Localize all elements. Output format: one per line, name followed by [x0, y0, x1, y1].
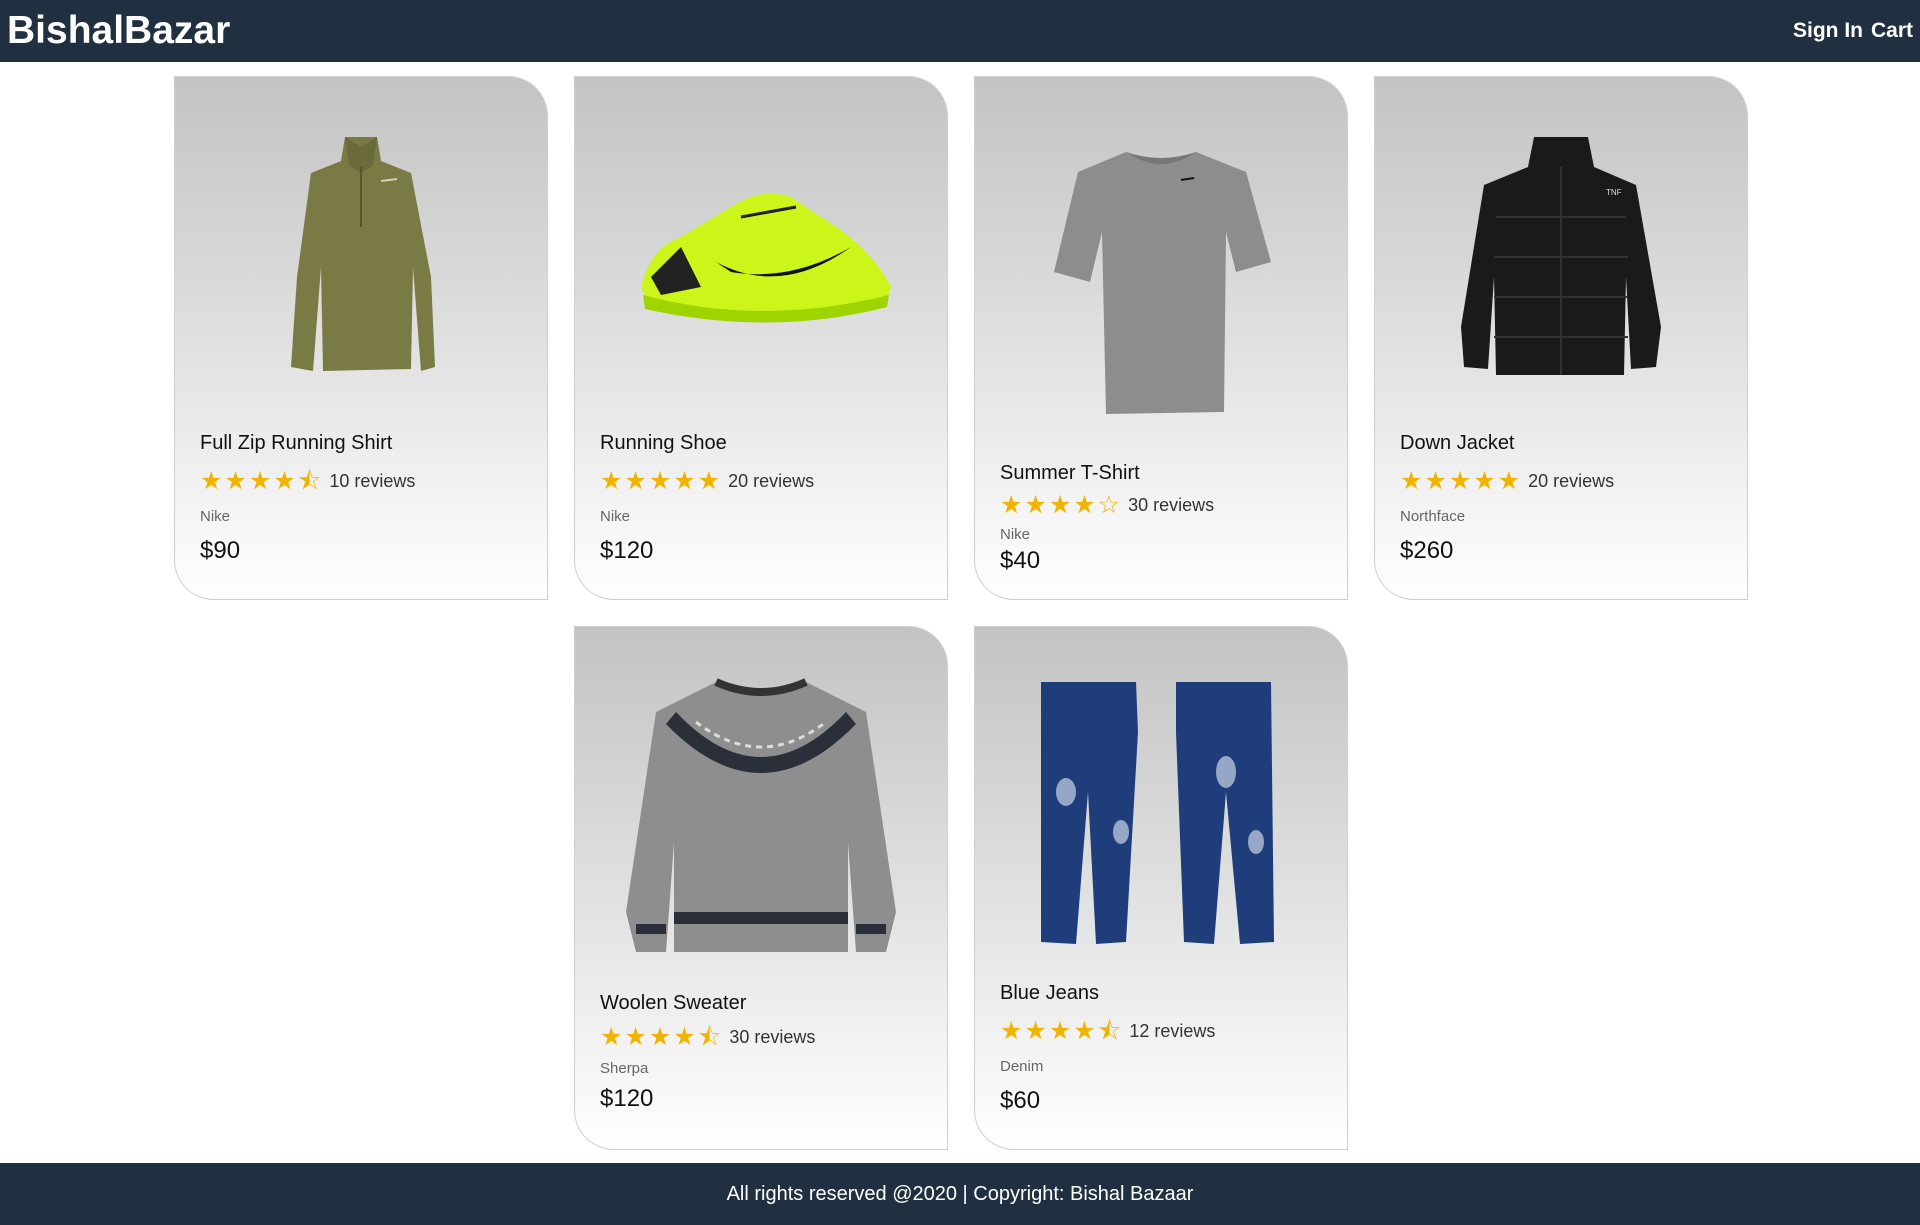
- product-brand: Nike: [200, 508, 231, 525]
- jeans-image: [1041, 682, 1274, 944]
- product-brand: Denim: [1000, 1058, 1044, 1075]
- star-rating-icons: ★★★★⯪: [600, 1023, 724, 1051]
- cart-link[interactable]: Cart: [1871, 19, 1913, 43]
- review-count: 20 reviews: [1528, 471, 1615, 491]
- product-brand: Nike: [1000, 526, 1031, 543]
- review-count: 20 reviews: [728, 471, 815, 491]
- product-card[interactable]: Running Shoe ★★★★★ 20 reviews Nike $120: [574, 76, 948, 600]
- star-rating-icons: ★★★★★: [600, 467, 723, 495]
- star-rating-icons: ★★★★⯪: [1000, 1017, 1124, 1045]
- product-card[interactable]: Summer T-Shirt ★★★★☆ 30 reviews Nike $40: [974, 76, 1348, 600]
- star-rating-icons: ★★★★⯪: [200, 467, 324, 495]
- rating: ★★★★☆ 30 reviews: [1000, 493, 1327, 518]
- rating: ★★★★⯪ 10 reviews: [200, 469, 527, 494]
- review-count: 10 reviews: [329, 471, 416, 491]
- product-card[interactable]: Blue Jeans ★★★★⯪ 12 reviews Denim $60: [974, 626, 1348, 1150]
- product-image-link[interactable]: [975, 77, 1347, 477]
- product-card[interactable]: Woolen Sweater ★★★★⯪ 30 reviews Sherpa $…: [574, 626, 948, 1150]
- product-card[interactable]: TNF Down Jacket ★★★★★ 20 reviews Northfa…: [1374, 76, 1748, 600]
- star-rating-icons: ★★★★☆: [1000, 491, 1123, 519]
- shoe-image: [641, 193, 891, 323]
- shirt-image: [291, 137, 435, 371]
- product-image-link[interactable]: [975, 627, 1347, 997]
- review-count: 12 reviews: [1129, 1021, 1216, 1041]
- svg-text:TNF: TNF: [1606, 188, 1622, 197]
- product-image-link[interactable]: [575, 77, 947, 437]
- product-image-link[interactable]: TNF: [1375, 77, 1747, 437]
- sweater-image: [626, 678, 896, 952]
- product-name[interactable]: Full Zip Running Shirt: [200, 432, 527, 455]
- product-price: $120: [600, 537, 654, 564]
- product-brand: Sherpa: [600, 1060, 649, 1077]
- product-price: $120: [600, 1085, 654, 1112]
- product-price: $60: [1000, 1087, 1041, 1114]
- product-grid: Full Zip Running Shirt ★★★★⯪ 10 reviews …: [174, 76, 1748, 1150]
- footer-copyright: All rights reserved @2020 | Copyright: B…: [726, 1182, 1194, 1205]
- rating: ★★★★★ 20 reviews: [1400, 469, 1727, 494]
- product-listing: Full Zip Running Shirt ★★★★⯪ 10 reviews …: [0, 62, 1920, 1163]
- product-name[interactable]: Running Shoe: [600, 432, 927, 455]
- product-image-link[interactable]: [575, 627, 947, 1007]
- product-price: $260: [1400, 537, 1454, 564]
- star-rating-icons: ★★★★★: [1400, 467, 1523, 495]
- product-card[interactable]: Full Zip Running Shirt ★★★★⯪ 10 reviews …: [174, 76, 548, 600]
- review-count: 30 reviews: [1128, 495, 1215, 515]
- product-price: $90: [200, 537, 241, 564]
- product-name[interactable]: Blue Jeans: [1000, 982, 1327, 1005]
- signin-link[interactable]: Sign In: [1793, 19, 1863, 43]
- product-name[interactable]: Woolen Sweater: [600, 992, 927, 1015]
- product-price: $40: [1000, 547, 1041, 574]
- tshirt-image: [1054, 152, 1271, 414]
- nav-links: Sign In Cart: [1793, 19, 1913, 43]
- rating: ★★★★⯪ 30 reviews: [600, 1025, 927, 1050]
- product-name[interactable]: Down Jacket: [1400, 432, 1727, 455]
- rating: ★★★★⯪ 12 reviews: [1000, 1019, 1327, 1044]
- jacket-image: TNF: [1461, 137, 1661, 375]
- brand-logo-link[interactable]: BishalBazar: [7, 9, 230, 53]
- top-navbar: BishalBazar Sign In Cart: [0, 0, 1920, 62]
- product-image-link[interactable]: [175, 77, 547, 437]
- product-name[interactable]: Summer T-Shirt: [1000, 462, 1327, 485]
- product-brand: Northface: [1400, 508, 1466, 525]
- review-count: 30 reviews: [729, 1027, 816, 1047]
- rating: ★★★★★ 20 reviews: [600, 469, 927, 494]
- footer: All rights reserved @2020 | Copyright: B…: [0, 1163, 1920, 1225]
- product-brand: Nike: [600, 508, 631, 525]
